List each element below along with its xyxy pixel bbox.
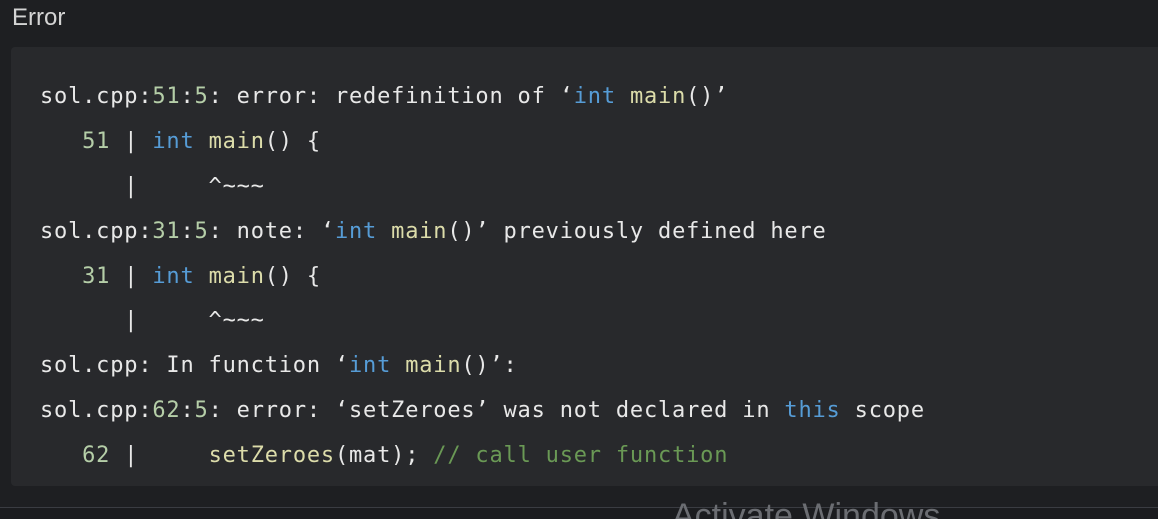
code-token: int xyxy=(349,353,392,379)
code-token: : error: ‘setZeroes’ was not declared in xyxy=(208,398,785,424)
code-token: main xyxy=(391,218,448,244)
code-token: (mat); xyxy=(334,443,434,469)
code-token: sol.cpp: xyxy=(40,398,153,424)
code-token: // call user function xyxy=(433,443,729,469)
output-line: sol.cpp: In function ‘int main()’: xyxy=(40,344,925,389)
code-token: main xyxy=(208,128,265,154)
code-token: int xyxy=(334,218,378,244)
output-line: sol.cpp:51:5: error: redefinition of ‘in… xyxy=(40,75,925,120)
code-token: | xyxy=(110,128,153,154)
code-token: setZeroes xyxy=(208,443,335,469)
code-token: : xyxy=(180,84,195,109)
code-token: int xyxy=(573,84,616,109)
code-token: int xyxy=(152,128,195,154)
code-token: this xyxy=(784,398,841,424)
windows-activation-watermark: Activate Windows xyxy=(672,497,941,519)
code-token: 51 xyxy=(152,84,181,109)
code-token: 5 xyxy=(194,398,209,424)
code-token: 31 xyxy=(152,218,181,244)
code-token: 31 xyxy=(82,263,111,289)
code-token: | ^~~~ xyxy=(40,308,265,334)
code-token: ()’ xyxy=(686,84,729,109)
code-token: int xyxy=(152,263,195,289)
output-line: sol.cpp:62:5: error: ‘setZeroes’ was not… xyxy=(40,389,925,434)
code-token: 62 xyxy=(82,443,111,469)
output-line: 51 | int main() { xyxy=(40,120,925,165)
code-token: | xyxy=(110,263,153,289)
output-line: | ^~~~ xyxy=(40,165,925,210)
code-token: () { xyxy=(264,128,321,154)
code-token: : note: ‘ xyxy=(208,218,335,244)
code-token: 62 xyxy=(152,398,181,424)
code-token: sol.cpp: In function ‘ xyxy=(40,353,349,379)
code-token: () { xyxy=(264,263,321,289)
code-token: sol.cpp: xyxy=(40,84,153,109)
output-line: sol.cpp:31:5: note: ‘int main()’ previou… xyxy=(40,210,925,255)
output-line: | ^~~~ xyxy=(40,299,925,344)
code-token: main xyxy=(405,353,462,379)
code-token: | xyxy=(110,443,209,469)
code-token: 5 xyxy=(194,218,209,244)
code-token: main xyxy=(629,84,687,109)
bottom-divider-bar xyxy=(0,507,1158,519)
code-token: scope xyxy=(840,398,925,424)
code-token: : error: redefinition of ‘ xyxy=(208,84,574,109)
code-token: 5 xyxy=(194,84,209,109)
page-title: Error xyxy=(12,4,66,31)
compiler-error-output: sol.cpp:51:5: error: redefinition of ‘in… xyxy=(40,75,925,479)
code-token: 51 xyxy=(82,128,111,154)
code-token: ()’ previously defined here xyxy=(447,218,827,244)
code-token: : xyxy=(180,398,195,424)
error-output-panel: sol.cpp:51:5: error: redefinition of ‘in… xyxy=(11,47,1158,486)
code-token: : xyxy=(180,218,195,244)
code-token: main xyxy=(208,263,265,289)
output-line: 62 | setZeroes(mat); // call user functi… xyxy=(40,434,925,479)
code-token: | ^~~~ xyxy=(40,173,265,199)
output-line: 31 | int main() { xyxy=(40,255,925,300)
code-token: ()’: xyxy=(461,353,518,379)
code-token: sol.cpp: xyxy=(40,218,153,244)
